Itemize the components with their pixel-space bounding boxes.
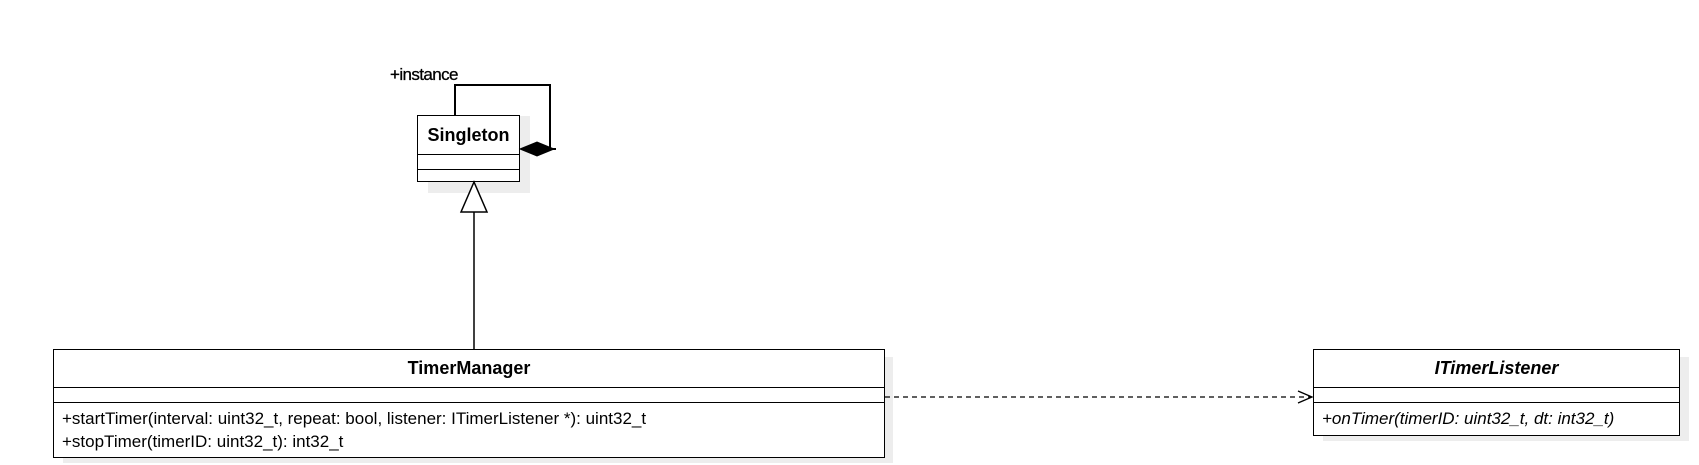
generalization-arrowhead — [459, 180, 489, 213]
generalization-edge[interactable] — [459, 180, 489, 349]
self-composition-edge[interactable] — [454, 84, 556, 157]
instance-role-label: +instance — [390, 65, 459, 84]
composition-diamond — [518, 141, 556, 157]
relationship-edges — [454, 84, 1314, 404]
dependency-edge[interactable] — [885, 390, 1314, 404]
